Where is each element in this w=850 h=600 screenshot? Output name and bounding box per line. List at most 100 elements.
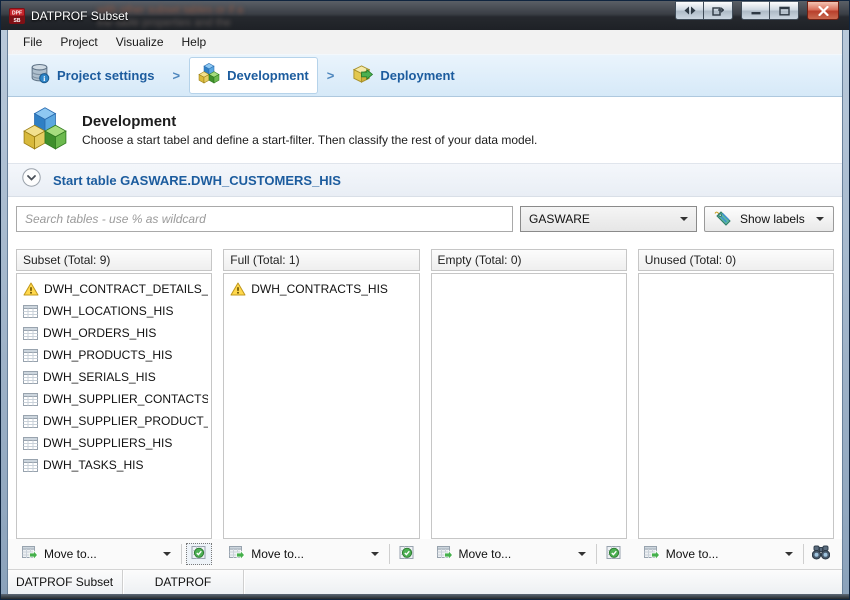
table-row[interactable]: DWH_SUPPLIERS_HIS	[20, 432, 208, 454]
show-labels-button[interactable]: Show labels	[704, 206, 834, 232]
move-to-button-empty[interactable]: Move to...	[431, 543, 592, 566]
table-list-full[interactable]: DWH_CONTRACTS_HIS	[223, 273, 419, 539]
warning-icon	[230, 282, 246, 296]
window-frame: FileProjectVisualizeHelp i Project settin…	[1, 30, 849, 594]
status-section-0: DATPROF Subset	[8, 570, 123, 594]
table-row[interactable]: DWH_ORDERS_HIS	[20, 322, 208, 344]
status-section-1: DATPROF	[123, 570, 244, 594]
apply-button-subset[interactable]	[186, 543, 212, 565]
table-name: DWH_CONTRACTS_HIS	[251, 282, 388, 296]
apply-button-empty[interactable]	[601, 543, 627, 565]
chevron-down-icon	[816, 217, 824, 221]
table-icon	[23, 371, 38, 384]
filter-bar: GASWARE Show labels	[8, 197, 842, 241]
app-window: with other subset tables or if a the tab…	[0, 0, 850, 600]
minimize-button[interactable]	[741, 1, 770, 20]
tag-icon	[714, 210, 732, 229]
table-name: DWH_CONTRACT_DETAILS_HIS	[44, 282, 208, 296]
menu-item-project[interactable]: Project	[51, 32, 106, 52]
move-icon	[22, 546, 38, 563]
close-icon	[818, 6, 829, 16]
toolbar-separator	[803, 544, 804, 564]
chevron-down-icon	[785, 552, 793, 556]
chevron-down-icon	[371, 552, 379, 556]
toolbar-separator	[181, 544, 182, 564]
popout-window-button[interactable]	[704, 1, 733, 20]
menu-item-file[interactable]: File	[14, 32, 51, 52]
status-section-2	[244, 570, 842, 594]
table-name: DWH_SUPPLIER_PRODUCT_HIS	[43, 414, 208, 428]
table-icon	[23, 437, 38, 450]
table-row[interactable]: DWH_SUPPLIER_CONTACTS_HIS	[20, 388, 208, 410]
breadcrumb-item-development[interactable]: Development	[189, 57, 318, 94]
menu-item-help[interactable]: Help	[173, 32, 216, 52]
show-labels-label: Show labels	[740, 212, 805, 226]
status-label: DATPROF	[155, 575, 211, 589]
column-footer-subset: Move to...	[16, 542, 212, 566]
breadcrumb: iProject settings>Development>Deployment	[8, 54, 842, 97]
menu-item-visualize[interactable]: Visualize	[107, 32, 173, 52]
menu-bar: FileProjectVisualizeHelp	[8, 30, 842, 54]
table-name: DWH_SUPPLIER_CONTACTS_HIS	[43, 392, 208, 406]
svg-text:i: i	[43, 74, 45, 83]
popout-window-icon	[712, 6, 724, 16]
table-row[interactable]: DWH_TASKS_HIS	[20, 454, 208, 476]
table-name: DWH_PRODUCTS_HIS	[43, 348, 172, 362]
chevron-down-icon	[578, 552, 586, 556]
column-header-subset: Subset (Total: 9)	[16, 249, 212, 271]
move-to-label: Move to...	[251, 547, 304, 561]
cubes-icon	[198, 62, 220, 89]
page-title: Development	[82, 113, 537, 130]
table-name: DWH_SERIALS_HIS	[43, 370, 156, 384]
start-table-label: Start table GASWARE.DWH_CUSTOMERS_HIS	[53, 173, 341, 188]
breadcrumb-item-deployment[interactable]: Deployment	[343, 58, 463, 94]
table-name: DWH_ORDERS_HIS	[43, 326, 156, 340]
apply-button-full[interactable]	[394, 543, 420, 565]
breadcrumb-label: Development	[227, 68, 309, 83]
window-bottom-frame	[1, 594, 849, 599]
table-row[interactable]: DWH_PRODUCTS_HIS	[20, 344, 208, 366]
breadcrumb-label: Project settings	[57, 68, 155, 83]
titlebar[interactable]: with other subset tables or if a the tab…	[1, 1, 849, 30]
move-to-label: Move to...	[44, 547, 97, 561]
move-icon	[437, 546, 453, 563]
table-list-subset[interactable]: DWH_CONTRACT_DETAILS_HIS DWH_LOCATIONS_HI…	[16, 273, 212, 539]
search-input[interactable]	[16, 206, 513, 232]
move-icon	[644, 546, 660, 563]
cubes-icon	[22, 105, 68, 156]
column-header-unused: Unused (Total: 0)	[638, 249, 834, 271]
table-row[interactable]: DWH_SUPPLIER_PRODUCT_HIS	[20, 410, 208, 432]
page-description: Choose a start tabel and define a start-…	[82, 133, 537, 147]
table-row[interactable]: DWH_CONTRACTS_HIS	[227, 278, 415, 300]
table-row[interactable]: DWH_SERIALS_HIS	[20, 366, 208, 388]
table-icon	[23, 349, 38, 362]
table-list-empty[interactable]	[431, 273, 627, 539]
table-icon	[23, 327, 38, 340]
classification-area: Subset (Total: 9)DWH_CONTRACT_DETAILS_HI…	[8, 241, 842, 539]
schema-select[interactable]: GASWARE	[520, 206, 697, 232]
apply-check-icon	[606, 546, 622, 563]
move-to-button-full[interactable]: Move to...	[223, 543, 384, 566]
start-table-expander[interactable]: Start table GASWARE.DWH_CUSTOMERS_HIS	[8, 163, 842, 197]
column-footer-full: Move to...	[223, 542, 419, 566]
column-subset: Subset (Total: 9)DWH_CONTRACT_DETAILS_HI…	[16, 249, 212, 539]
close-button[interactable]	[807, 1, 839, 20]
main-content: FileProjectVisualizeHelp i Project settin…	[7, 30, 843, 594]
move-to-label: Move to...	[666, 547, 719, 561]
classification-columns: Subset (Total: 9)DWH_CONTRACT_DETAILS_HI…	[16, 249, 834, 539]
toolbar-separator	[596, 544, 597, 564]
warning-icon	[23, 282, 39, 296]
breadcrumb-separator: >	[173, 68, 181, 83]
table-list-unused[interactable]	[638, 273, 834, 539]
table-row[interactable]: DWH_CONTRACT_DETAILS_HIS	[20, 278, 208, 300]
table-name: DWH_LOCATIONS_HIS	[43, 304, 173, 318]
move-to-button-unused[interactable]: Move to...	[638, 543, 799, 566]
window-controls	[675, 1, 839, 20]
schema-select-value: GASWARE	[529, 212, 590, 226]
breadcrumb-item-project-settings[interactable]: i Project settings	[20, 58, 164, 94]
find-button[interactable]	[808, 543, 834, 565]
move-to-button-subset[interactable]: Move to...	[16, 543, 177, 566]
compare-arrows-button[interactable]	[675, 1, 704, 20]
maximize-button[interactable]	[770, 1, 799, 20]
table-row[interactable]: DWH_LOCATIONS_HIS	[20, 300, 208, 322]
